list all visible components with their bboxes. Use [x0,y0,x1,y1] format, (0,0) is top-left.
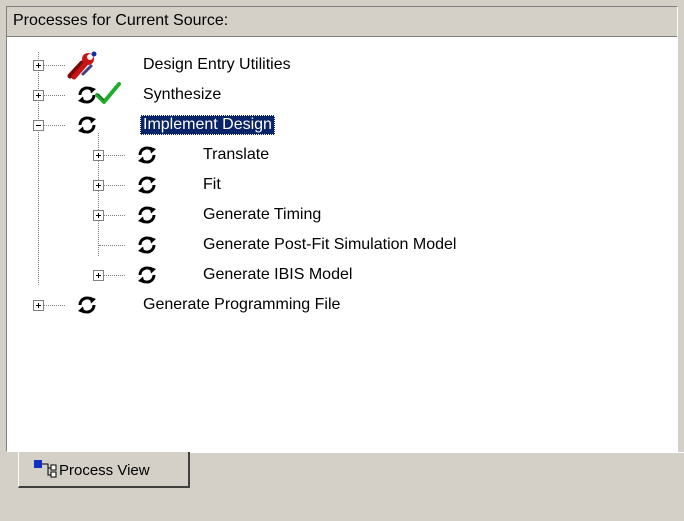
process-cycle-icon [135,203,159,227]
expand-fit[interactable] [93,180,104,191]
process-view-icon [34,460,57,478]
process-cycle-icon [75,113,99,137]
tree-item-synthesize[interactable]: Synthesize [140,85,224,105]
process-cycle-icon [135,263,159,287]
expand-generate-ibis-model[interactable] [93,270,104,281]
tree-item-implement-design[interactable]: Implement Design [140,115,275,135]
tree-item-generate-post-fit-simulation-model[interactable]: Generate Post-Fit Simulation Model [200,235,459,255]
process-cycle-icon [135,233,159,257]
panel-title: Processes for Current Source: [7,7,677,37]
tree-item-design-entry-utilities[interactable]: Design Entry Utilities [140,55,294,75]
expand-generate-programming-file[interactable] [33,300,44,311]
tree-item-translate[interactable]: Translate [200,145,272,165]
tree-item-generate-timing[interactable]: Generate Timing [200,205,324,225]
process-tree[interactable]: Design Entry Utilities Synthesize Implem… [7,38,677,451]
expand-synthesize[interactable] [33,90,44,101]
tree-connector [38,52,39,285]
expand-generate-timing[interactable] [93,210,104,221]
process-cycle-icon [135,173,159,197]
tab-strip: Process View [0,452,684,521]
collapse-implement-design[interactable] [33,120,44,131]
tree-item-fit[interactable]: Fit [200,175,224,195]
tab-process-view[interactable]: Process View [18,452,190,488]
process-cycle-icon [135,143,159,167]
tab-label: Process View [59,462,150,479]
processes-panel: Processes for Current Source: Design Ent… [6,6,678,452]
tree-item-generate-programming-file[interactable]: Generate Programming File [140,295,343,315]
expand-design-entry-utilities[interactable] [33,60,44,71]
process-cycle-icon [75,293,99,317]
tree-item-generate-ibis-model[interactable]: Generate IBIS Model [200,265,355,285]
tools-icon [67,51,97,80]
checkmark-icon [95,82,121,104]
expand-translate[interactable] [93,150,104,161]
